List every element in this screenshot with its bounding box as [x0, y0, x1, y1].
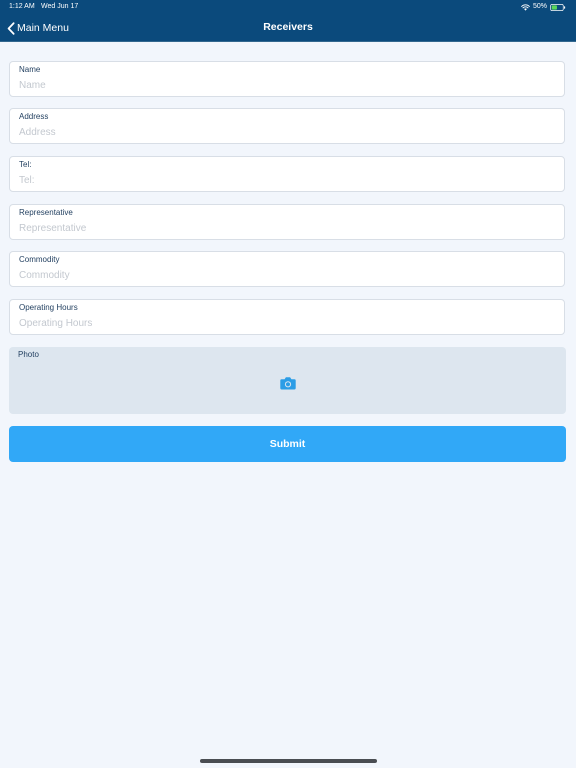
app-header: 1:12 AM Wed Jun 17 50% Main Menu Receive…	[0, 0, 576, 42]
commodity-field: Commodity	[9, 251, 565, 287]
tel-label: Tel:	[19, 160, 32, 169]
operating-hours-input[interactable]	[18, 315, 558, 331]
name-field: Name	[9, 61, 565, 97]
photo-picker[interactable]: Photo	[9, 347, 566, 414]
address-input[interactable]	[18, 124, 558, 140]
tel-input[interactable]	[18, 172, 558, 188]
status-time: 1:12 AM	[9, 3, 35, 10]
back-button-label: Main Menu	[17, 22, 69, 34]
commodity-input[interactable]	[18, 267, 558, 283]
page-title: Receivers	[263, 21, 313, 33]
status-indicators: 50%	[521, 0, 566, 14]
representative-field: Representative	[9, 204, 565, 240]
navigation-bar: Main Menu Receivers	[0, 14, 576, 42]
operating-hours-label: Operating Hours	[19, 303, 78, 312]
battery-percent: 50%	[532, 3, 547, 10]
home-indicator[interactable]	[200, 759, 377, 763]
tel-field: Tel:	[9, 156, 565, 192]
status-bar: 1:12 AM Wed Jun 17 50%	[0, 0, 576, 14]
representative-input[interactable]	[18, 220, 558, 236]
address-field: Address	[9, 108, 565, 144]
name-input[interactable]	[18, 77, 558, 93]
back-button[interactable]: Main Menu	[7, 20, 69, 36]
representative-label: Representative	[19, 208, 73, 217]
commodity-label: Commodity	[19, 255, 60, 264]
status-date: Wed Jun 17	[41, 3, 79, 10]
submit-button[interactable]: Submit	[9, 426, 566, 462]
operating-hours-field: Operating Hours	[9, 299, 565, 335]
name-label: Name	[19, 65, 41, 74]
wifi-icon	[521, 3, 530, 11]
camera-icon[interactable]	[280, 376, 296, 390]
chevron-left-icon	[7, 21, 15, 35]
photo-label: Photo	[18, 350, 39, 359]
battery-icon	[550, 3, 566, 11]
address-label: Address	[19, 112, 49, 121]
